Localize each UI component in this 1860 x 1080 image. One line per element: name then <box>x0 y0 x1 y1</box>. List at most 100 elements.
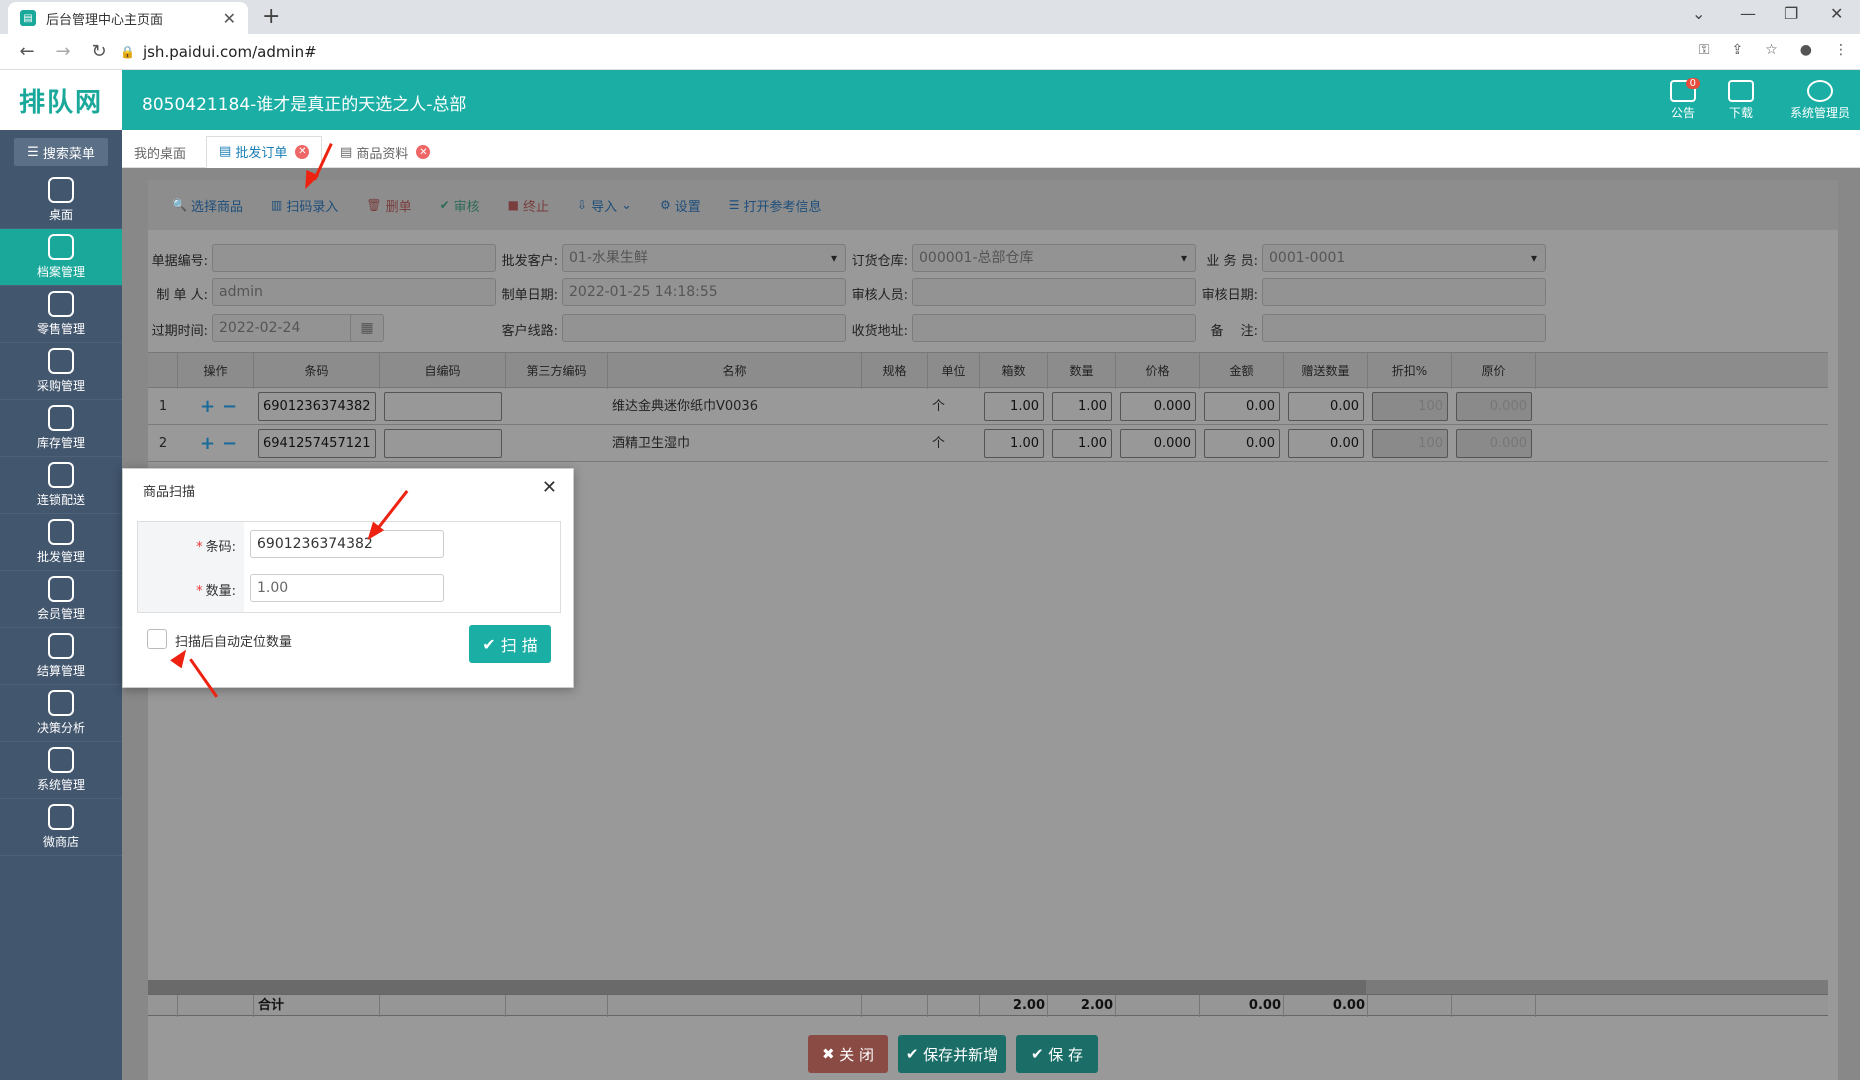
price-cell[interactable]: 0.000 <box>1120 392 1196 421</box>
salesman-select[interactable]: 0001-0001 <box>1262 244 1546 272</box>
grid-horizontal-scrollbar[interactable] <box>148 980 1828 994</box>
search-menu-button[interactable]: ☰ 搜索菜单 <box>14 138 108 166</box>
tab-search-icon[interactable]: ⌄ <box>1692 4 1705 23</box>
save-new-button[interactable]: ✔ 保存并新增 <box>898 1035 1006 1073</box>
download-button[interactable]: 下载 <box>1728 80 1754 121</box>
barcode-cell[interactable]: 6941257457121 <box>258 429 376 458</box>
remove-row-icon[interactable]: − <box>222 425 237 462</box>
expire-label: 过期时间: <box>151 324 208 339</box>
import-dropdown[interactable]: ⇩ 导入 ⌄ <box>577 196 632 215</box>
app-header: 8050421184-谁才是真正的天选之人-总部 0 公告 下载 系统管理员 <box>122 70 1860 130</box>
sidebar-item[interactable]: 会员管理 <box>0 571 122 628</box>
sidebar-item[interactable]: 批发管理 <box>0 514 122 571</box>
profile-icon[interactable]: ● <box>1800 42 1812 58</box>
close-button[interactable]: ✖ 关 闭 <box>808 1035 888 1073</box>
terminate-button[interactable]: ■ 终止 <box>508 196 549 215</box>
url-field[interactable]: 🔒 jsh.paidui.com/admin# <box>108 38 1728 66</box>
auto-locate-label: 扫描后自动定位数量 <box>175 635 293 650</box>
browser-tab[interactable]: ▤ 后台管理中心主页面 ✕ <box>8 2 248 34</box>
gift-cell[interactable]: 0.00 <box>1288 392 1364 421</box>
sidebar-item[interactable]: 结算管理 <box>0 628 122 685</box>
scan-button[interactable]: ✔ 扫 描 <box>469 625 551 663</box>
boxes-cell[interactable]: 1.00 <box>984 429 1044 458</box>
add-row-icon[interactable]: + <box>200 388 215 425</box>
sidebar-item[interactable]: 档案管理 <box>0 229 122 286</box>
price-cell[interactable]: 0.000 <box>1120 429 1196 458</box>
search-icon: 🔍 <box>172 198 187 212</box>
amount-cell[interactable]: 0.00 <box>1204 429 1280 458</box>
sidebar-item[interactable]: 决策分析 <box>0 685 122 742</box>
close-tab-icon[interactable]: ✕ <box>295 144 310 159</box>
custom-code-cell[interactable] <box>384 392 502 421</box>
boxes-cell[interactable]: 1.00 <box>984 392 1044 421</box>
warehouse-select[interactable]: 000001-总部仓库 <box>912 244 1196 272</box>
sidebar-item[interactable]: 系统管理 <box>0 742 122 799</box>
col-header: 数量 <box>1048 353 1116 389</box>
scan-entry-button[interactable]: ▥ 扫码录入 <box>271 196 338 215</box>
sidebar-item[interactable]: 零售管理 <box>0 286 122 343</box>
forward-icon[interactable]: → <box>54 41 72 62</box>
doc-no-field[interactable] <box>212 244 496 272</box>
barcode-input[interactable]: 6901236374382 <box>250 530 444 558</box>
salesman-label: 业 务 员: <box>1206 254 1258 269</box>
gift-cell[interactable]: 0.00 <box>1288 429 1364 458</box>
open-ref-button[interactable]: ☰ 打开参考信息 <box>729 196 822 215</box>
close-tab-icon[interactable]: ✕ <box>223 9 236 28</box>
add-row-icon[interactable]: + <box>200 425 215 462</box>
close-tab-icon[interactable]: ✕ <box>416 145 431 159</box>
minimize-button[interactable]: — <box>1740 4 1756 23</box>
sidebar-item-label: 结算管理 <box>36 664 85 678</box>
tab-wholesale-order[interactable]: ▤ 批发订单 ✕ <box>206 136 323 168</box>
tab-goods-info[interactable]: ▤ 商品资料 ✕ <box>328 136 442 168</box>
import-label: 导入 <box>591 199 618 215</box>
sidebar-item[interactable]: 桌面 <box>0 172 122 229</box>
close-window-button[interactable]: ✕ <box>1830 4 1843 23</box>
qty-cell[interactable]: 1.00 <box>1052 429 1112 458</box>
user-menu[interactable]: 系统管理员 <box>1790 80 1850 121</box>
sidebar-item-label: 系统管理 <box>36 778 85 792</box>
auto-locate-checkbox[interactable] <box>147 629 167 649</box>
menu-dots-icon[interactable]: ⋮ <box>1834 42 1848 58</box>
delete-button[interactable]: 🗑 删单 <box>366 196 411 215</box>
remark-field[interactable] <box>1262 314 1546 342</box>
save-button[interactable]: ✔ 保 存 <box>1016 1035 1098 1073</box>
custom-code-cell[interactable] <box>384 429 502 458</box>
qty-input[interactable]: 1.00 <box>250 574 444 602</box>
barcode-cell[interactable]: 6901236374382 <box>258 392 376 421</box>
maximize-button[interactable]: ❐ <box>1784 4 1798 23</box>
col-header: 金额 <box>1200 353 1284 389</box>
share-icon[interactable]: ⇪ <box>1731 42 1743 58</box>
sidebar-item[interactable]: 采购管理 <box>0 343 122 400</box>
address-field[interactable] <box>912 314 1196 342</box>
settings-button[interactable]: ⚙ 设置 <box>660 196 701 215</box>
total-amount: 0.00 <box>1200 995 1284 1017</box>
route-field[interactable] <box>562 314 846 342</box>
auditor-label: 审核人员: <box>851 288 908 303</box>
qty-cell[interactable]: 1.00 <box>1052 392 1112 421</box>
remove-row-icon[interactable]: − <box>222 388 237 425</box>
sidebar-item[interactable]: 微商店 <box>0 799 122 856</box>
create-date-field: 2022-01-25 14:18:55 <box>562 278 846 306</box>
sidebar-item[interactable]: 库存管理 <box>0 400 122 457</box>
grid-header: 操作 条码 自编码 第三方编码 名称 规格 单位 箱数 数量 价格 金额 赠送数… <box>148 352 1828 389</box>
tab-my-desktop[interactable]: 我的桌面 <box>122 136 198 168</box>
notice-button[interactable]: 0 公告 <box>1670 78 1700 121</box>
select-goods-button[interactable]: 🔍 选择商品 <box>172 196 243 215</box>
new-tab-button[interactable]: + <box>262 4 280 29</box>
key-icon[interactable]: ⚿ <box>1699 42 1710 58</box>
scrollbar-thumb[interactable] <box>148 980 1366 994</box>
sidebar-item[interactable]: 连锁配送 <box>0 457 122 514</box>
customer-select[interactable]: 01-水果生鲜 <box>562 244 846 272</box>
select-goods-label: 选择商品 <box>190 199 243 215</box>
import-icon: ⇩ <box>577 198 588 212</box>
calendar-icon[interactable]: ▦ <box>350 314 384 342</box>
scan-entry-label: 扫码录入 <box>286 199 339 215</box>
back-icon[interactable]: ← <box>18 41 36 62</box>
close-icon[interactable]: ✕ <box>542 477 557 498</box>
audit-button[interactable]: ✔ 审核 <box>440 196 480 215</box>
bookmark-star-icon[interactable]: ☆ <box>1765 42 1778 58</box>
notice-badge: 0 <box>1685 78 1700 89</box>
avatar <box>1807 80 1833 102</box>
reload-icon[interactable]: ↻ <box>90 41 108 62</box>
amount-cell[interactable]: 0.00 <box>1204 392 1280 421</box>
